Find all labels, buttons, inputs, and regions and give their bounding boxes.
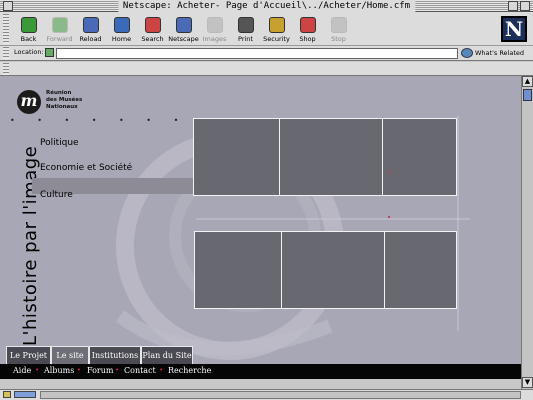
collapse-box[interactable]	[520, 1, 530, 11]
back-arrow-icon	[20, 17, 37, 33]
home-icon	[113, 17, 130, 33]
forward-arrow-icon	[51, 17, 68, 33]
netscape-icon	[175, 17, 192, 33]
search-icon	[144, 17, 161, 33]
toolbar-button-label: Home	[111, 35, 132, 43]
scroll-down-arrow[interactable]: ▼	[522, 377, 533, 388]
component-bar-icon[interactable]	[14, 391, 36, 398]
reload-icon	[82, 17, 99, 33]
page-proxy-icon[interactable]	[45, 48, 54, 57]
security-lock-icon[interactable]	[3, 391, 11, 398]
location-input[interactable]	[56, 48, 458, 59]
footer-link-albums[interactable]: Albums	[44, 366, 74, 375]
image-panel-1[interactable]	[193, 118, 280, 196]
footer-separator: •	[77, 366, 82, 374]
footer-link-aide[interactable]: Aide	[13, 366, 31, 375]
personal-toolbar	[0, 62, 533, 76]
navigation-toolbar: Back Forward Reload Home Search Netscape Image…	[0, 12, 533, 46]
toolbar-button-label: Stop	[331, 35, 346, 43]
stop-button[interactable]: Stop	[322, 17, 355, 45]
page-content: m Réunion des Musées Nationaux • • • • •…	[0, 76, 521, 379]
scroll-up-arrow[interactable]: ▲	[522, 76, 533, 87]
toolbar-button-label: Images	[202, 35, 227, 43]
whats-related-button[interactable]: What's Related	[475, 49, 524, 57]
tab-le-projet[interactable]: Le Projet	[6, 346, 51, 365]
reload-button[interactable]: Reload	[74, 17, 107, 45]
toolbar-button-label: Back	[20, 35, 37, 43]
toolbar-button-label: Shop	[299, 35, 316, 43]
toolbar-button-label: Forward	[46, 35, 73, 43]
footer-separator: •	[115, 366, 120, 374]
status-bar	[0, 389, 533, 400]
whats-related-icon[interactable]	[461, 48, 473, 58]
images-button[interactable]: Images	[198, 17, 231, 45]
images-icon	[206, 17, 223, 33]
shop-button[interactable]: Shop	[291, 17, 324, 45]
site-title: L'histoire par l'image	[20, 145, 41, 346]
security-icon	[268, 17, 285, 33]
toolbar-button-label: Security	[263, 35, 290, 43]
logo-dots: • • • • • • •	[10, 116, 189, 125]
location-label: Location:	[14, 48, 44, 56]
window-title: Netscape: Acheter- Page d'Accueil\../Ach…	[117, 0, 416, 12]
image-panel-6[interactable]	[384, 231, 457, 309]
location-grip[interactable]	[3, 47, 9, 59]
toolbar-grip[interactable]	[3, 14, 9, 44]
image-panel-4[interactable]	[194, 231, 282, 309]
menu-politique[interactable]: Politique	[40, 138, 79, 148]
search-button[interactable]: Search	[136, 17, 169, 45]
footer-separator: •	[35, 366, 40, 374]
title-bar[interactable]: Netscape: Acheter- Page d'Accueil\../Ach…	[0, 0, 533, 12]
toolbar-button-label: Reload	[79, 35, 102, 43]
footer-nav: Aide • Albums • Forum • Contact • Recher…	[0, 364, 521, 379]
zoom-box[interactable]	[508, 1, 518, 11]
tab-le-site[interactable]: Le site	[51, 346, 89, 365]
shop-icon	[299, 17, 316, 33]
red-dot-marker	[388, 171, 390, 173]
footer-link-recherche[interactable]: Recherche	[168, 366, 211, 375]
back-button[interactable]: Back	[12, 17, 45, 45]
location-bar: Location: What's Related	[0, 46, 533, 61]
red-dot-marker	[388, 216, 390, 218]
vertical-scrollbar[interactable]: ▲ ▼	[521, 76, 533, 389]
stop-icon	[330, 17, 347, 33]
toolbar-button-label: Search	[141, 35, 164, 43]
netscape-logo[interactable]: N	[501, 16, 527, 42]
menu-culture[interactable]: Culture	[40, 190, 73, 200]
toolbar-button-label: Netscape	[168, 35, 199, 43]
print-icon	[237, 17, 254, 33]
personal-toolbar-grip[interactable]	[3, 63, 9, 75]
scroll-thumb[interactable]	[523, 89, 532, 101]
rmn-logo[interactable]: m	[17, 90, 41, 114]
forward-button[interactable]: Forward	[43, 17, 76, 45]
tab-institutions[interactable]: Institutions	[89, 346, 141, 365]
home-button[interactable]: Home	[105, 17, 138, 45]
close-box[interactable]	[3, 1, 13, 11]
footer-link-forum[interactable]: Forum	[87, 366, 114, 375]
security-button[interactable]: Security	[260, 17, 293, 45]
rmn-logo-text: Réunion des Musées Nationaux	[46, 90, 83, 110]
horizontal-scrollbar[interactable]	[40, 391, 521, 399]
image-panel-2[interactable]	[279, 118, 383, 196]
print-button[interactable]: Print	[229, 17, 262, 45]
toolbar-button-label: Print	[238, 35, 253, 43]
footer-link-contact[interactable]: Contact	[124, 366, 156, 375]
menu-economie-societe[interactable]: Economie et Société	[40, 163, 132, 173]
image-panel-3[interactable]	[382, 118, 457, 196]
tab-plan-du-site[interactable]: Plan du Site	[141, 346, 193, 365]
footer-separator: •	[159, 366, 164, 374]
netscape-button[interactable]: Netscape	[167, 17, 200, 45]
image-panel-5[interactable]	[281, 231, 385, 309]
